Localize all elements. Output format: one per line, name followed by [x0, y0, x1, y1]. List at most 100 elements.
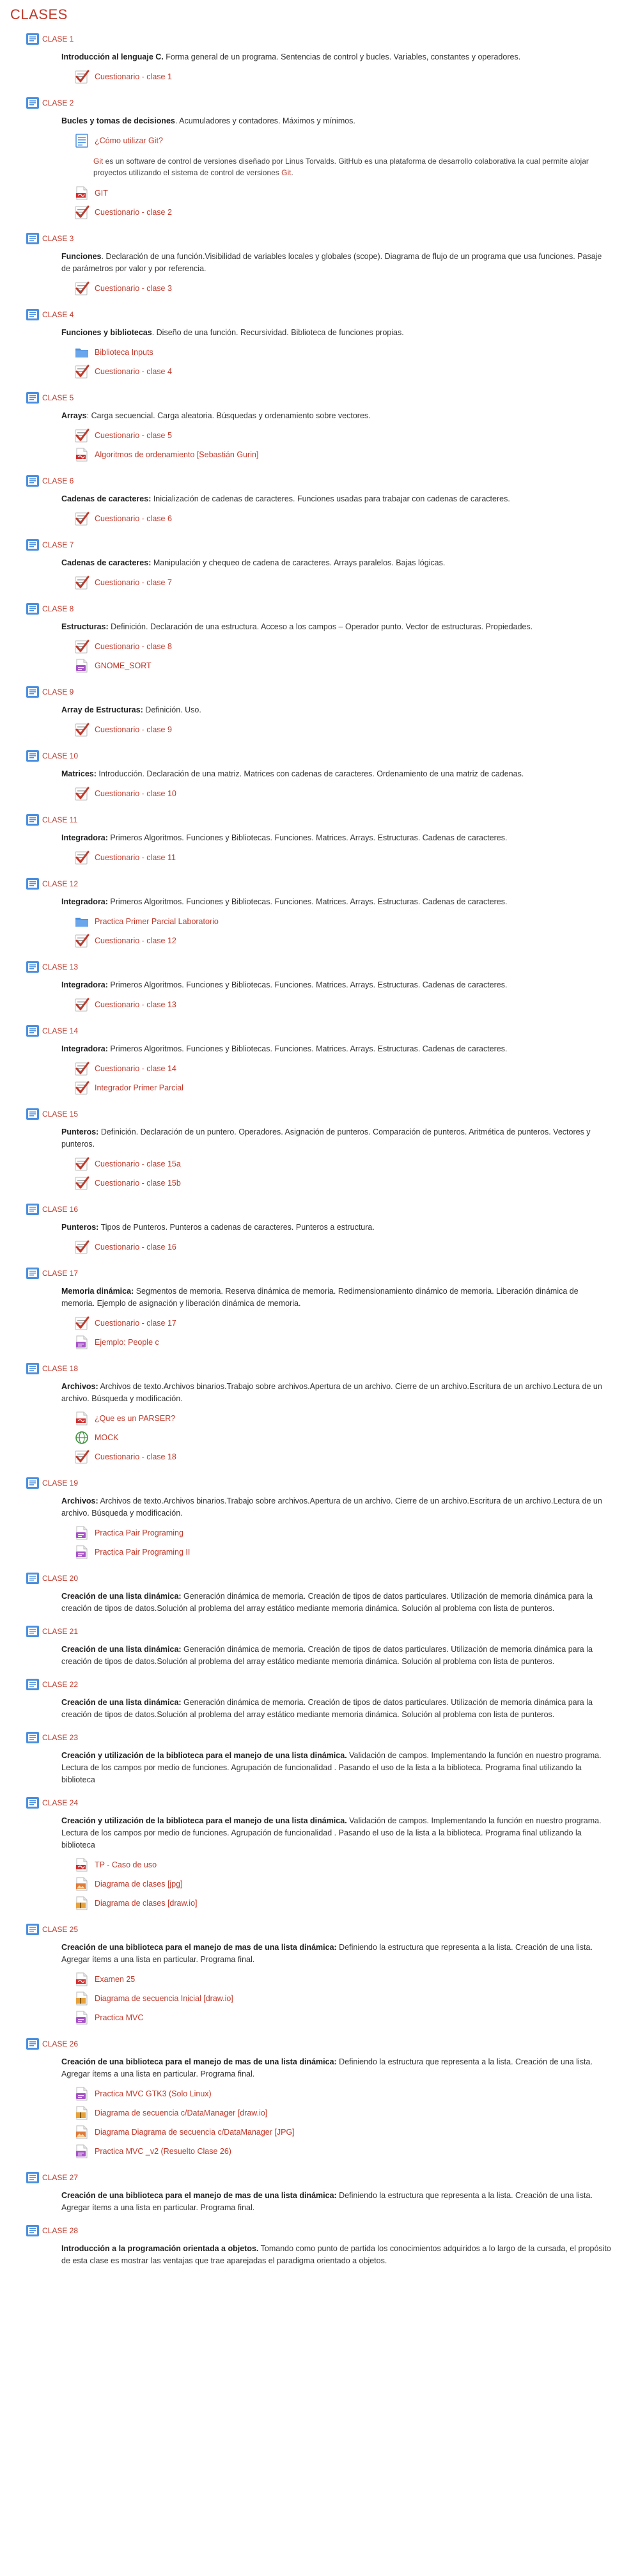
activity-link[interactable]: Practica MVC	[95, 2013, 143, 2022]
activity-link[interactable]: ¿Que es un PARSER?	[95, 1414, 175, 1423]
section-title-link[interactable]: CLASE 21	[42, 1627, 78, 1636]
activity-link[interactable]: Cuestionario - clase 16	[95, 1243, 176, 1252]
activity-link[interactable]: Cuestionario - clase 6	[95, 514, 172, 523]
activity-link[interactable]: Cuestionario - clase 11	[95, 853, 176, 862]
activity-link[interactable]: Algoritmos de ordenamiento [Sebastián Gu…	[95, 450, 258, 459]
activity-item[interactable]: Cuestionario - clase 5	[74, 426, 629, 445]
activity-item[interactable]: Practica Primer Parcial Laboratorio	[74, 912, 629, 931]
activity-item[interactable]: Algoritmos de ordenamiento [Sebastián Gu…	[74, 445, 629, 464]
section-title-link[interactable]: CLASE 18	[42, 1364, 78, 1373]
activity-link[interactable]: ¿Cómo utilizar Git?	[95, 136, 163, 145]
activity-item[interactable]: Cuestionario - clase 17	[74, 1314, 629, 1333]
activity-link[interactable]: Ejemplo: People c	[95, 1338, 159, 1347]
activity-item[interactable]: GIT	[74, 184, 629, 203]
activity-item[interactable]: Diagrama de secuencia Inicial [draw.io]	[74, 1989, 629, 2008]
activity-item[interactable]: TP - Caso de uso	[74, 1855, 629, 1874]
activity-item[interactable]: Diagrama de secuencia c/DataManager [dra…	[74, 2103, 629, 2123]
section-title-link[interactable]: CLASE 1	[42, 35, 74, 43]
activity-item[interactable]: Cuestionario - clase 7	[74, 573, 629, 592]
git-link[interactable]: Git	[93, 157, 103, 166]
section-title-link[interactable]: CLASE 25	[42, 1925, 78, 1934]
section-title-link[interactable]: CLASE 13	[42, 962, 78, 971]
activity-item[interactable]: Cuestionario - clase 1	[74, 67, 629, 86]
activity-link[interactable]: Cuestionario - clase 14	[95, 1064, 176, 1073]
activity-link[interactable]: Cuestionario - clase 12	[95, 936, 176, 945]
activity-link[interactable]: Cuestionario - clase 13	[95, 1000, 176, 1009]
activity-link[interactable]: Practica MVC _v2 (Resuelto Clase 26)	[95, 2147, 231, 2156]
section-title-link[interactable]: CLASE 22	[42, 1680, 78, 1689]
section-title-link[interactable]: CLASE 17	[42, 1269, 78, 1278]
section-title-link[interactable]: CLASE 14	[42, 1026, 78, 1035]
activity-link[interactable]: Cuestionario - clase 5	[95, 431, 172, 440]
activity-link[interactable]: GNOME_SORT	[95, 661, 152, 670]
activity-item[interactable]: Diagrama de clases [draw.io]	[74, 1894, 629, 1913]
section-title-link[interactable]: CLASE 6	[42, 476, 74, 485]
activity-item[interactable]: Practica Pair Programing	[74, 1523, 629, 1543]
activity-item[interactable]: Cuestionario - clase 15b	[74, 1174, 629, 1193]
activity-link[interactable]: Cuestionario - clase 17	[95, 1319, 176, 1328]
section-title-link[interactable]: CLASE 5	[42, 393, 74, 402]
activity-item[interactable]: Practica MVC _v2 (Resuelto Clase 26)	[74, 2142, 629, 2161]
activity-link[interactable]: Diagrama de clases [draw.io]	[95, 1899, 198, 1908]
section-title-link[interactable]: CLASE 15	[42, 1110, 78, 1119]
activity-link[interactable]: Practica MVC GTK3 (Solo Linux)	[95, 2089, 212, 2098]
activity-link[interactable]: MOCK	[95, 1433, 119, 1442]
section-title-link[interactable]: CLASE 19	[42, 1479, 78, 1488]
activity-item[interactable]: Practica Pair Programing II	[74, 1543, 629, 1562]
section-title-link[interactable]: CLASE 8	[42, 604, 74, 613]
activity-item[interactable]: ¿Que es un PARSER?	[74, 1409, 629, 1428]
activity-item[interactable]: Cuestionario - clase 18	[74, 1447, 629, 1466]
activity-item[interactable]: Cuestionario - clase 10	[74, 784, 629, 803]
section-title-link[interactable]: CLASE 4	[42, 310, 74, 319]
activity-link[interactable]: Integrador Primer Parcial	[95, 1083, 183, 1092]
activity-item[interactable]: Cuestionario - clase 8	[74, 637, 629, 656]
section-title-link[interactable]: CLASE 11	[42, 815, 77, 824]
activity-link[interactable]: Examen 25	[95, 1975, 135, 1984]
activity-link[interactable]: Biblioteca Inputs	[95, 348, 153, 357]
section-title-link[interactable]: CLASE 23	[42, 1733, 78, 1742]
activity-item[interactable]: MOCK	[74, 1428, 629, 1447]
activity-item[interactable]: ¿Cómo utilizar Git?	[74, 131, 629, 150]
activity-link[interactable]: Cuestionario - clase 7	[95, 578, 172, 587]
activity-link[interactable]: Practica Primer Parcial Laboratorio	[95, 917, 219, 926]
activity-item[interactable]: Cuestionario - clase 4	[74, 362, 629, 381]
activity-link[interactable]: Diagrama Diagrama de secuencia c/DataMan…	[95, 2128, 295, 2137]
activity-item[interactable]: Cuestionario - clase 6	[74, 509, 629, 528]
activity-item[interactable]: Cuestionario - clase 16	[74, 1237, 629, 1257]
activity-item[interactable]: Examen 25	[74, 1970, 629, 1989]
activity-link[interactable]: Cuestionario - clase 3	[95, 284, 172, 293]
activity-link[interactable]: Diagrama de secuencia c/DataManager [dra…	[95, 2109, 267, 2117]
activity-link[interactable]: Cuestionario - clase 8	[95, 642, 172, 651]
activity-link[interactable]: Cuestionario - clase 2	[95, 208, 172, 217]
section-title-link[interactable]: CLASE 27	[42, 2173, 78, 2182]
activity-item[interactable]: Cuestionario - clase 9	[74, 720, 629, 739]
section-title-link[interactable]: CLASE 3	[42, 234, 74, 243]
activity-link[interactable]: Cuestionario - clase 15b	[95, 1179, 181, 1188]
activity-item[interactable]: Cuestionario - clase 3	[74, 279, 629, 298]
activity-link[interactable]: Practica Pair Programing II	[95, 1548, 190, 1557]
activity-link[interactable]: TP - Caso de uso	[95, 1860, 157, 1869]
activity-item[interactable]: Integrador Primer Parcial	[74, 1078, 629, 1097]
activity-item[interactable]: Diagrama de clases [jpg]	[74, 1874, 629, 1894]
section-title-link[interactable]: CLASE 9	[42, 687, 74, 696]
activity-item[interactable]: Cuestionario - clase 2	[74, 203, 629, 222]
section-title-link[interactable]: CLASE 28	[42, 2226, 78, 2235]
activity-item[interactable]: Practica MVC GTK3 (Solo Linux)	[74, 2084, 629, 2103]
activity-item[interactable]: Diagrama Diagrama de secuencia c/DataMan…	[74, 2123, 629, 2142]
activity-item[interactable]: GNOME_SORT	[74, 656, 629, 675]
activity-item[interactable]: Cuestionario - clase 13	[74, 995, 629, 1014]
activity-link[interactable]: Diagrama de clases [jpg]	[95, 1880, 183, 1889]
activity-item[interactable]: Biblioteca Inputs	[74, 343, 629, 362]
activity-link[interactable]: Cuestionario - clase 1	[95, 72, 172, 81]
section-title-link[interactable]: CLASE 26	[42, 2039, 78, 2048]
activity-item[interactable]: Cuestionario - clase 11	[74, 848, 629, 867]
activity-link[interactable]: Cuestionario - clase 10	[95, 789, 176, 798]
git-link[interactable]: Git	[281, 168, 291, 177]
section-title-link[interactable]: CLASE 2	[42, 98, 74, 107]
activity-link[interactable]: Diagrama de secuencia Inicial [draw.io]	[95, 1994, 233, 2003]
activity-item[interactable]: Cuestionario - clase 14	[74, 1059, 629, 1078]
activity-item[interactable]: Cuestionario - clase 12	[74, 931, 629, 950]
activity-item[interactable]: Ejemplo: People c	[74, 1333, 629, 1352]
activity-link[interactable]: Cuestionario - clase 9	[95, 725, 172, 734]
activity-link[interactable]: Practica Pair Programing	[95, 1528, 183, 1537]
